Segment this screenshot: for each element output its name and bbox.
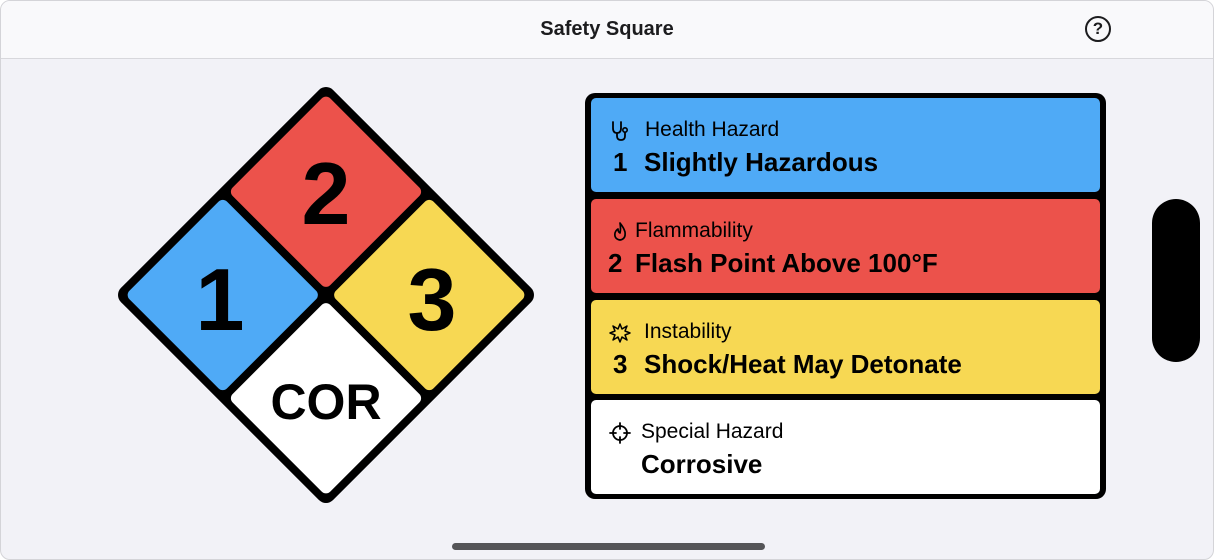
special-hazard-card[interactable]: Special Hazard Corrosive <box>591 400 1100 494</box>
health-hazard-level: 1 <box>613 147 628 177</box>
burst-icon <box>609 322 631 344</box>
health-number: 1 <box>196 250 245 349</box>
app-screen: Safety Square ? 2 1 3 COR Health Hazard … <box>0 0 1214 560</box>
health-hazard-card[interactable]: Health Hazard 1 Slightly Hazardous <box>591 98 1100 192</box>
flame-icon <box>609 221 631 243</box>
instability-level: 3 <box>613 349 628 379</box>
special-hazard-title: Special Hazard <box>641 420 784 443</box>
instability-number: 3 <box>408 250 457 349</box>
instability-title: Instability <box>644 320 732 343</box>
navigation-bar: Safety Square ? <box>1 1 1213 59</box>
health-hazard-title: Health Hazard <box>645 118 780 141</box>
special-hazard-code: COR <box>270 374 381 430</box>
flammability-card[interactable]: Flammability 2 Flash Point Above 100°F <box>591 199 1100 293</box>
flammability-level: 2 <box>608 248 623 278</box>
crosshair-icon <box>609 422 631 444</box>
page-title: Safety Square <box>540 18 674 40</box>
help-button[interactable]: ? <box>1085 16 1111 42</box>
nfpa-diamond: 2 1 3 COR <box>114 83 538 507</box>
health-hazard-description: Slightly Hazardous <box>644 147 879 177</box>
stethoscope-icon <box>609 120 631 142</box>
home-indicator[interactable] <box>452 543 765 550</box>
instability-description: Shock/Heat May Detonate <box>644 349 962 379</box>
side-handle[interactable] <box>1152 199 1200 362</box>
special-hazard-description: Corrosive <box>641 449 763 479</box>
flammability-description: Flash Point Above 100°F <box>635 248 938 278</box>
hazard-details-panel: Health Hazard 1 Slightly Hazardous Flamm… <box>585 93 1106 499</box>
flammability-title: Flammability <box>635 219 753 242</box>
flammability-number: 2 <box>302 144 351 243</box>
instability-card[interactable]: Instability 3 Shock/Heat May Detonate <box>591 300 1100 394</box>
